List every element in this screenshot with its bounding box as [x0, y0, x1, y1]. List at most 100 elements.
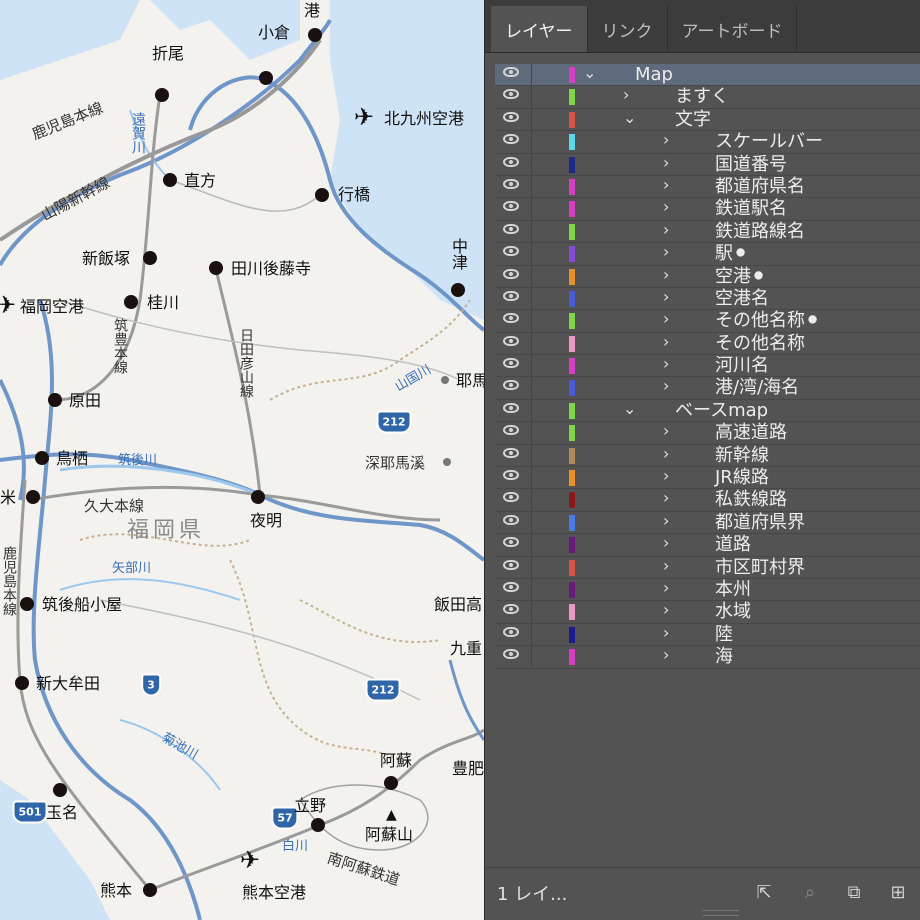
- lock-column[interactable]: [531, 578, 532, 601]
- layer-row[interactable]: › 陸: [495, 623, 920, 647]
- eye-icon[interactable]: [503, 649, 519, 660]
- layer-row[interactable]: › 市区町村界: [495, 556, 920, 579]
- layer-row[interactable]: › ますく: [495, 85, 920, 109]
- chevron-right-icon[interactable]: ›: [663, 175, 669, 194]
- layer-row[interactable]: › 道路: [495, 533, 920, 557]
- eye-icon[interactable]: [503, 111, 519, 122]
- chevron-right-icon[interactable]: ›: [663, 376, 669, 395]
- layer-row[interactable]: ⌄ Map: [495, 63, 920, 87]
- chevron-right-icon[interactable]: ›: [663, 197, 669, 216]
- eye-icon[interactable]: [503, 134, 519, 145]
- eye-icon[interactable]: [503, 492, 519, 503]
- eye-icon[interactable]: [503, 626, 519, 637]
- lock-column[interactable]: [531, 467, 532, 489]
- eye-icon[interactable]: [503, 604, 519, 615]
- layer-row[interactable]: › 河川名: [495, 354, 920, 378]
- chevron-right-icon[interactable]: ›: [663, 220, 669, 239]
- chevron-right-icon[interactable]: ›: [663, 421, 669, 440]
- export-icon[interactable]: ⇱: [753, 882, 775, 904]
- lock-column[interactable]: [531, 287, 532, 310]
- chevron-down-icon[interactable]: ⌄: [583, 63, 596, 82]
- lock-column[interactable]: [531, 220, 532, 243]
- tab-links[interactable]: リンク: [588, 6, 668, 52]
- eye-icon[interactable]: [503, 201, 519, 212]
- chevron-right-icon[interactable]: ›: [663, 309, 669, 328]
- eye-icon[interactable]: [503, 380, 519, 391]
- eye-icon[interactable]: [503, 447, 519, 458]
- chevron-right-icon[interactable]: ›: [663, 265, 669, 284]
- lock-column[interactable]: [531, 64, 532, 86]
- layer-row[interactable]: › 海: [495, 645, 920, 669]
- lock-column[interactable]: [531, 422, 532, 444]
- layer-row[interactable]: › 都道府県界: [495, 511, 920, 535]
- layer-row[interactable]: › 空港⚫: [495, 265, 920, 288]
- lock-column[interactable]: [531, 243, 532, 265]
- lock-column[interactable]: [531, 444, 532, 467]
- chevron-right-icon[interactable]: ›: [663, 466, 669, 485]
- lock-column[interactable]: [531, 646, 532, 668]
- eye-icon[interactable]: [503, 268, 519, 279]
- layer-row[interactable]: › その他名称⚫: [495, 309, 920, 333]
- tab-artboards[interactable]: アートボード: [668, 6, 798, 52]
- lock-column[interactable]: [531, 511, 532, 534]
- lock-column[interactable]: [531, 175, 532, 198]
- eye-icon[interactable]: [503, 358, 519, 369]
- eye-icon[interactable]: [503, 313, 519, 324]
- new-layer-icon[interactable]: ⊞: [887, 882, 909, 904]
- chevron-right-icon[interactable]: ›: [663, 488, 669, 507]
- layer-row[interactable]: ⌄ ベースmap: [495, 399, 920, 423]
- chevron-right-icon[interactable]: ›: [663, 556, 669, 575]
- chevron-right-icon[interactable]: ›: [663, 354, 669, 373]
- eye-icon[interactable]: [503, 223, 519, 234]
- clipping-mask-icon[interactable]: ⧉: [843, 882, 865, 904]
- chevron-right-icon[interactable]: ›: [663, 444, 669, 463]
- chevron-right-icon[interactable]: ›: [663, 645, 669, 664]
- eye-icon[interactable]: [503, 581, 519, 592]
- layer-row[interactable]: › スケールバー: [495, 130, 920, 154]
- eye-icon[interactable]: [503, 559, 519, 570]
- layer-row[interactable]: › 都道府県名: [495, 175, 920, 199]
- chevron-right-icon[interactable]: ›: [663, 287, 669, 306]
- chevron-right-icon[interactable]: ›: [663, 130, 669, 149]
- chevron-right-icon[interactable]: ›: [663, 623, 669, 642]
- lock-column[interactable]: [531, 86, 532, 108]
- chevron-right-icon[interactable]: ›: [663, 533, 669, 552]
- chevron-down-icon[interactable]: ⌄: [623, 108, 636, 127]
- layer-row[interactable]: › JR線路: [495, 466, 920, 490]
- eye-icon[interactable]: [503, 470, 519, 481]
- layer-row[interactable]: › 鉄道駅名: [495, 197, 920, 221]
- lock-column[interactable]: [531, 534, 532, 556]
- lock-column[interactable]: [531, 556, 532, 578]
- lock-column[interactable]: [531, 108, 532, 131]
- lock-column[interactable]: [531, 153, 532, 175]
- chevron-right-icon[interactable]: ›: [623, 85, 629, 104]
- lock-column[interactable]: [531, 310, 532, 332]
- layer-row[interactable]: › 空港名: [495, 287, 920, 311]
- eye-icon[interactable]: [503, 402, 519, 413]
- layer-row[interactable]: › 駅⚫: [495, 242, 920, 266]
- eye-icon[interactable]: [503, 537, 519, 548]
- layer-row[interactable]: › 国道番号: [495, 153, 920, 176]
- layer-row[interactable]: › 本州: [495, 578, 920, 602]
- eye-icon[interactable]: [503, 425, 519, 436]
- layer-row[interactable]: › 鉄道路線名: [495, 220, 920, 244]
- chevron-right-icon[interactable]: ›: [663, 153, 669, 172]
- lock-column[interactable]: [531, 489, 532, 511]
- eye-icon[interactable]: [503, 335, 519, 346]
- lock-column[interactable]: [531, 198, 532, 220]
- lock-column[interactable]: [531, 355, 532, 377]
- eye-icon[interactable]: [503, 178, 519, 189]
- chevron-right-icon[interactable]: ›: [663, 332, 669, 351]
- layer-row[interactable]: › 高速道路: [495, 421, 920, 445]
- eye-icon[interactable]: [503, 246, 519, 257]
- lock-column[interactable]: [531, 332, 532, 355]
- lock-column[interactable]: [531, 399, 532, 422]
- lock-column[interactable]: [531, 265, 532, 287]
- chevron-right-icon[interactable]: ›: [663, 511, 669, 530]
- lock-column[interactable]: [531, 623, 532, 646]
- chevron-right-icon[interactable]: ›: [663, 578, 669, 597]
- lock-column[interactable]: [531, 131, 532, 153]
- eye-icon[interactable]: [503, 89, 519, 100]
- search-icon[interactable]: ⌕: [799, 882, 821, 904]
- layer-row[interactable]: › 私鉄線路: [495, 488, 920, 512]
